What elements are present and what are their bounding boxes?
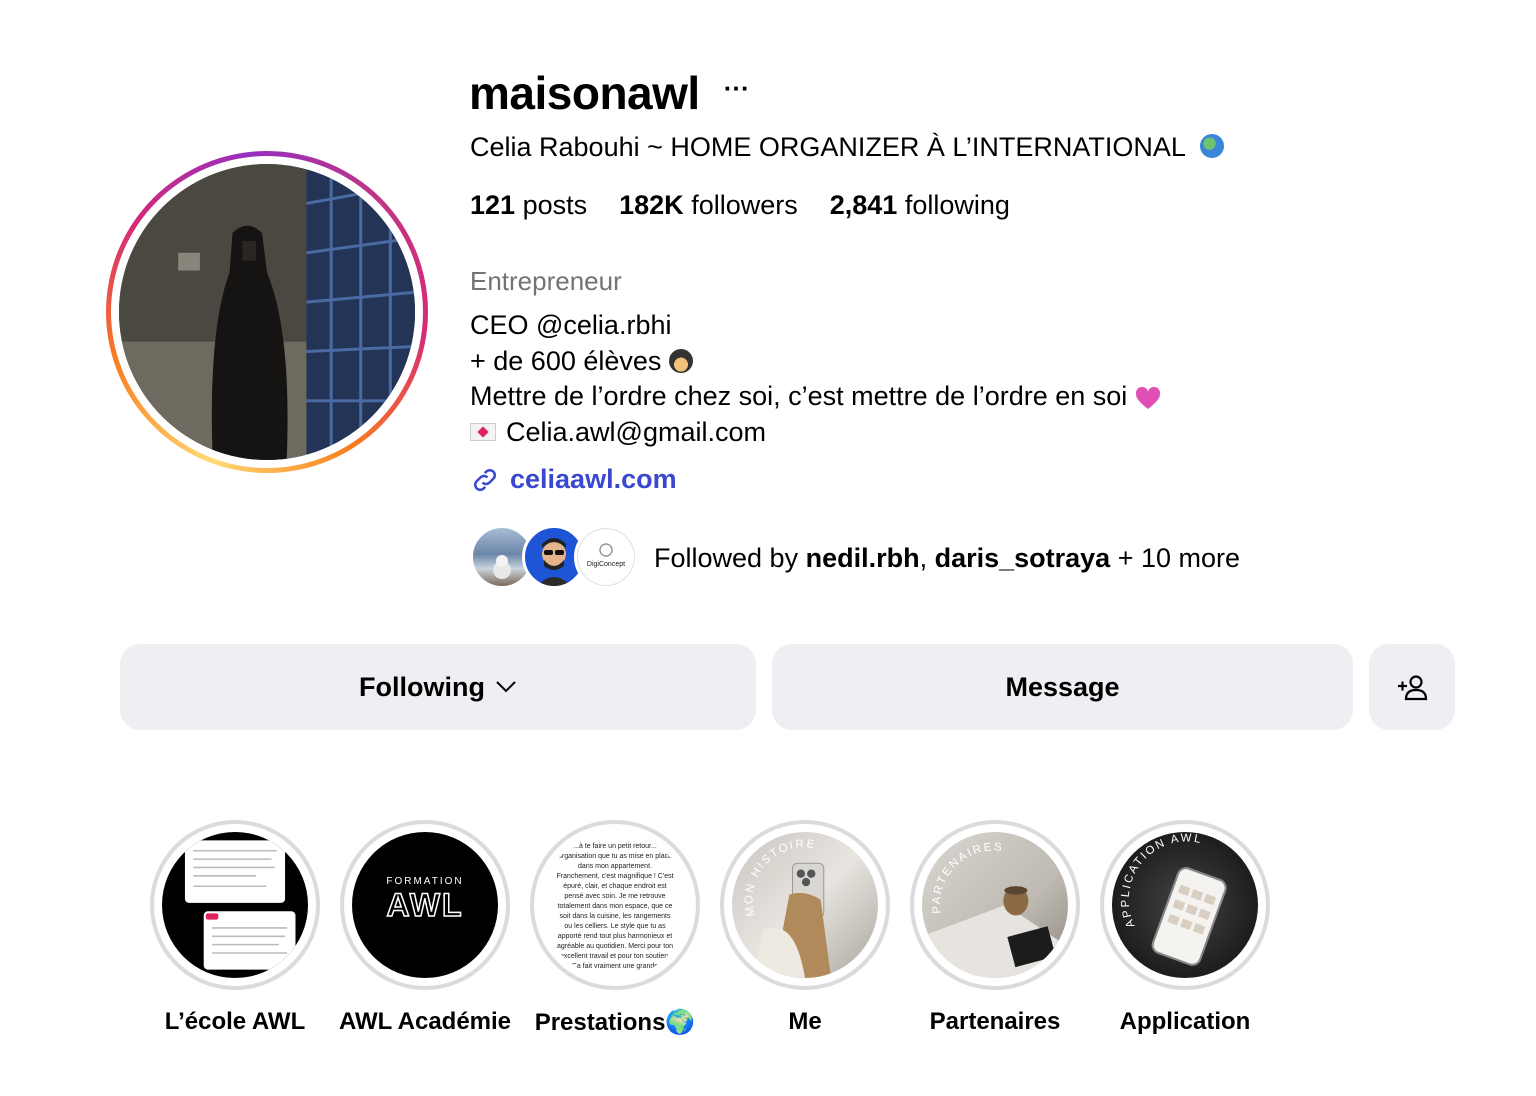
posts-stat[interactable]: 121 posts [470, 190, 587, 221]
highlight-label: Application [1119, 1008, 1251, 1035]
followers-stat[interactable]: 182K followers [619, 190, 798, 221]
bio-line: Mettre de l’ordre chez soi, c’est mettre… [470, 379, 1161, 415]
avatar-photo [119, 164, 415, 460]
profile-stats: 121 posts 182K followers 2,841 following [470, 190, 1010, 221]
highlight-item[interactable]: ...à te faire un petit retour... organis… [520, 820, 710, 1037]
profile-link[interactable]: celiaawl.com [470, 464, 677, 495]
link-icon [473, 468, 497, 491]
highlight-cover: ...à te faire un petit retour... organis… [542, 832, 688, 978]
highlight-cover: PARTENAIRES [922, 832, 1068, 978]
profile-avatar[interactable] [106, 151, 428, 473]
envelope-icon [470, 423, 496, 442]
following-stat[interactable]: 2,841 following [830, 190, 1010, 221]
highlight-cover: FORMATION AWL [352, 832, 498, 978]
follower-avatar[interactable]: DigiConcept [574, 525, 638, 589]
highlight-item[interactable]: FORMATION AWL AWL Académie [330, 820, 520, 1037]
chevron-down-icon [496, 681, 516, 693]
following-button[interactable]: Following [120, 644, 756, 730]
profile-username: maisonawl [469, 67, 700, 119]
bio-line: Celia.awl@gmail.com [470, 415, 1161, 451]
highlight-item[interactable]: APPLICATION AWL Application [1090, 820, 1280, 1037]
highlight-label: Partenaires [929, 1008, 1061, 1035]
awl-logo: FORMATION AWL [386, 876, 464, 924]
bio-line: CEO @celia.rbhi [470, 310, 672, 340]
profile-full-name: Celia Rabouhi ~ HOME ORGANIZER À L’INTER… [470, 132, 1225, 163]
highlight-item[interactable]: L’école AWL [140, 820, 330, 1037]
pink-heart-icon [1135, 385, 1161, 409]
followed-by-text[interactable]: Followed by nedil.rbh, daris_sotraya + 1… [654, 543, 1240, 574]
story-highlights: L’école AWL FORMATION AWL AWL Académie .… [140, 820, 1280, 1037]
bio-line: + de 600 élèves [470, 344, 1161, 380]
add-user-icon [1398, 675, 1428, 701]
profile-bio: CEO @celia.rbhi + de 600 élèves Mettre d… [470, 308, 1161, 450]
highlight-label: AWL Académie [338, 1008, 512, 1035]
highlight-cover: APPLICATION AWL [1112, 832, 1258, 978]
highlight-item[interactable]: PARTENAIRES Partenaires [900, 820, 1090, 1037]
suggest-users-button[interactable] [1369, 644, 1455, 730]
highlight-label: Prestations🌍 [534, 1009, 696, 1036]
highlight-cover: MON HISTOIRE [732, 832, 878, 978]
more-options-button[interactable]: ··· [724, 75, 750, 101]
globe-icon [1200, 134, 1225, 158]
highlight-item[interactable]: MON HISTOIRE Me [710, 820, 900, 1037]
highlight-label: Me [788, 1008, 822, 1035]
svg-text:DigiConcept: DigiConcept [587, 561, 625, 568]
highlight-cover [162, 832, 308, 978]
profile-category: Entrepreneur [470, 266, 622, 296]
followed-by[interactable]: DigiConcept Followed by nedil.rbh, daris… [470, 525, 1240, 591]
svg-text:PARTENAIRES: PARTENAIRES [931, 841, 1004, 914]
highlight-label: L’école AWL [164, 1008, 306, 1035]
graduate-emoji-icon [669, 349, 694, 374]
message-button[interactable]: Message [772, 644, 1353, 730]
